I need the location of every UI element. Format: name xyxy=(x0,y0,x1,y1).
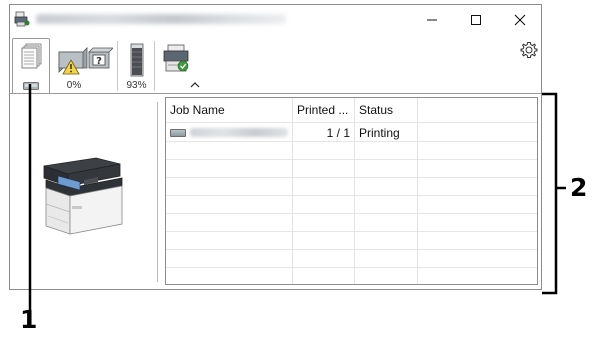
header-divider xyxy=(166,122,537,123)
printer-status-icon xyxy=(163,44,189,72)
status-toolbar: ? 0% 93% xyxy=(10,35,541,94)
tab-toner-level[interactable]: 93% xyxy=(119,38,154,94)
tab-printer-status[interactable] xyxy=(156,38,192,94)
column-header-job-name[interactable]: Job Name xyxy=(166,98,292,122)
toner-level-icon xyxy=(130,43,144,77)
printed-count: 1 / 1 xyxy=(326,126,350,140)
callout-label-1: 1 xyxy=(20,305,38,334)
column-header-status[interactable]: Status xyxy=(355,98,417,122)
job-queue-icon xyxy=(21,43,42,69)
row-divider xyxy=(166,231,537,232)
close-icon xyxy=(514,14,526,26)
tab-toner-warning[interactable]: ? 0% xyxy=(51,38,117,94)
gear-icon[interactable] xyxy=(520,41,538,59)
tab-separator xyxy=(117,41,118,91)
row-divider xyxy=(166,177,537,178)
tab-separator xyxy=(154,41,155,91)
window-title-redacted xyxy=(36,14,286,24)
status-monitor-window: ? 0% 93% Job Name Printed ... Status 1 /… xyxy=(9,4,542,290)
printer-app-icon xyxy=(14,11,30,27)
job-status: Printing xyxy=(359,126,400,140)
mfp-printer-icon xyxy=(43,157,123,235)
toner-warning-level: 0% xyxy=(66,80,82,91)
chevron-up-icon[interactable] xyxy=(190,81,200,89)
row-divider xyxy=(166,213,537,214)
minimize-icon xyxy=(427,19,437,21)
job-name-redacted xyxy=(190,128,288,137)
toner-warning-icon: ? xyxy=(58,47,113,75)
column-header-printed[interactable]: Printed ... xyxy=(293,98,354,122)
close-button[interactable] xyxy=(498,5,542,35)
job-list-table[interactable]: Job Name Printed ... Status 1 / 1 Printi… xyxy=(165,97,538,285)
maximize-button[interactable] xyxy=(454,5,498,35)
column-divider xyxy=(354,98,355,284)
row-divider xyxy=(166,159,537,160)
callout-bracket-2 xyxy=(542,92,566,295)
row-divider xyxy=(166,267,537,268)
row-divider xyxy=(166,195,537,196)
column-divider xyxy=(417,98,418,284)
callout-label-2: 2 xyxy=(570,173,588,202)
maximize-icon xyxy=(471,15,481,25)
callout-line-1 xyxy=(28,84,32,312)
title-bar[interactable] xyxy=(10,5,541,35)
row-divider xyxy=(166,249,537,250)
panel-divider xyxy=(157,102,158,282)
print-job-icon xyxy=(170,129,186,137)
minimize-button[interactable] xyxy=(410,5,454,35)
toner-level-percent: 93% xyxy=(126,80,147,91)
row-divider xyxy=(166,141,537,142)
svg-text:?: ? xyxy=(96,56,102,67)
